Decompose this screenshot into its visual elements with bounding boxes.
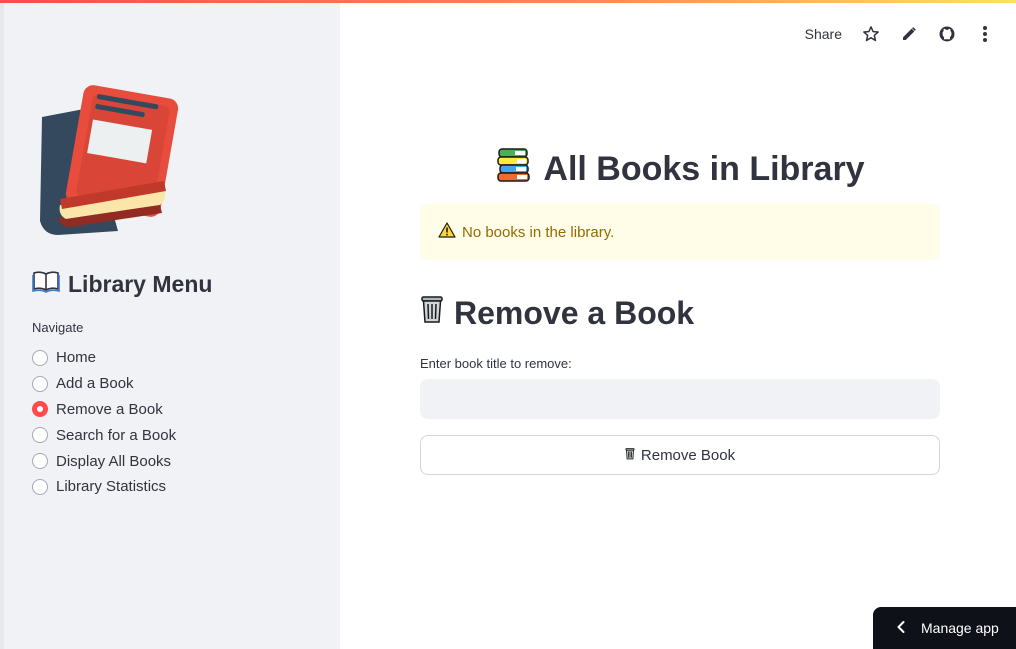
share-button[interactable]: Share (805, 26, 842, 42)
radio-button[interactable] (32, 375, 48, 392)
library-book-logo (40, 85, 179, 235)
manage-app-button[interactable]: Manage app (873, 607, 1016, 649)
sidebar: Library Menu Navigate Home Add a Book Re… (0, 3, 340, 649)
radio-label: Search for a Book (56, 426, 177, 444)
radio-label: Home (56, 349, 97, 367)
page-title: All Books in Library (420, 146, 940, 193)
sidebar-title: Library Menu (32, 269, 212, 299)
remove-book-button[interactable]: Remove Book (420, 435, 940, 475)
more-vertical-icon[interactable] (976, 25, 994, 43)
book-title-label: Enter book title to remove: (420, 356, 572, 371)
sidebar-title-text: Library Menu (68, 270, 213, 297)
books-stack-icon (495, 146, 533, 193)
trash-can-icon (625, 447, 635, 464)
open-book-icon (32, 269, 60, 299)
radio-label: Remove a Book (56, 400, 163, 418)
warning-text: No books in the library. (462, 223, 615, 241)
warning-icon (438, 222, 456, 242)
navigation-radio-group: Home Add a Book Remove a Book Search for… (32, 345, 176, 500)
radio-button-selected[interactable] (32, 401, 48, 418)
remove-book-button-label: Remove Book (640, 446, 736, 464)
radio-add-a-book[interactable]: Add a Book (32, 371, 176, 397)
navigate-label: Navigate (32, 320, 84, 335)
radio-button[interactable] (32, 453, 48, 470)
page-title-text: All Books in Library (543, 150, 865, 188)
radio-display-all-books[interactable]: Display All Books (32, 448, 176, 474)
radio-label: Library Statistics (56, 478, 167, 496)
radio-label: Add a Book (56, 375, 134, 393)
chevron-left-icon (897, 620, 905, 636)
manage-app-label: Manage app (921, 620, 999, 636)
radio-button[interactable] (32, 427, 48, 444)
radio-label: Display All Books (56, 452, 172, 470)
radio-button[interactable] (32, 478, 48, 495)
app-toolbar: Share (805, 25, 994, 43)
radio-home[interactable]: Home (32, 345, 176, 371)
star-icon[interactable] (862, 25, 880, 43)
book-title-input[interactable] (420, 379, 940, 419)
warning-alert: No books in the library. (420, 204, 940, 260)
radio-button[interactable] (32, 349, 48, 366)
github-icon[interactable] (938, 25, 956, 43)
radio-remove-a-book[interactable]: Remove a Book (32, 397, 176, 423)
trash-can-icon (420, 294, 444, 332)
section-title: Remove a Book (420, 294, 694, 332)
radio-library-statistics[interactable]: Library Statistics (32, 474, 176, 500)
pencil-icon[interactable] (900, 25, 918, 43)
radio-search-for-a-book[interactable]: Search for a Book (32, 422, 176, 448)
section-title-text: Remove a Book (454, 294, 695, 331)
